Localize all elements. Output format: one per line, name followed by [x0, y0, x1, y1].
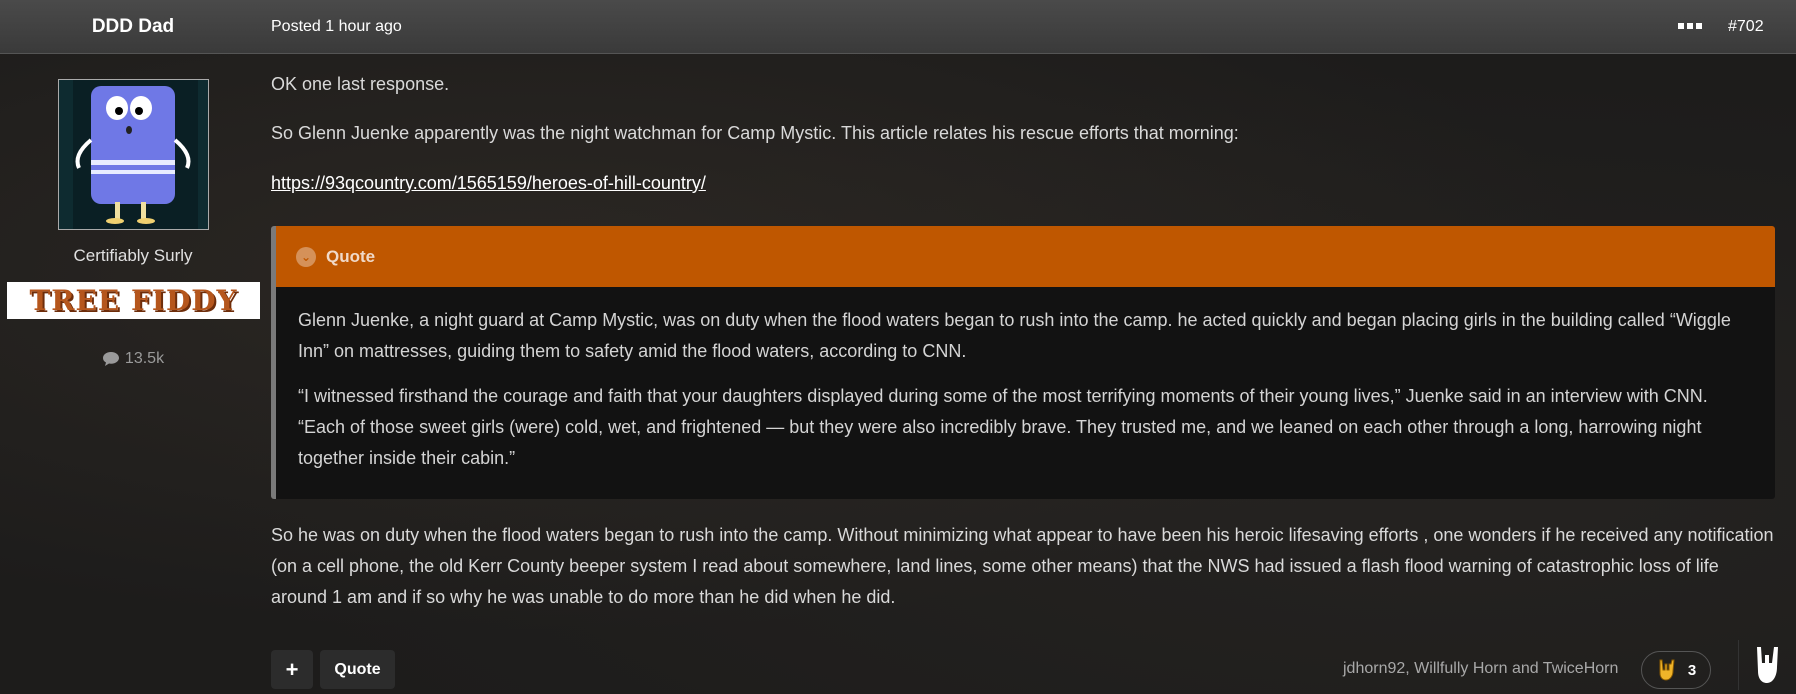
banner-text: TREE FIDDY [29, 284, 238, 317]
comment-icon [102, 352, 119, 366]
reaction-users[interactable]: jdhorn92, Willfully Horn and TwiceHorn [1343, 660, 1618, 678]
quote-paragraph: “I witnessed firsthand the courage and f… [298, 386, 1708, 468]
reaction-count: 3 [1687, 661, 1697, 679]
quote-label: Quote [326, 246, 376, 266]
post-paragraph: OK one last response. [271, 74, 450, 94]
horns-reaction-icon [1659, 659, 1675, 681]
post-number[interactable]: #702 [1728, 0, 1764, 54]
chevron-down-icon[interactable]: ⌄ [296, 246, 316, 267]
post-count[interactable]: 13.5k [0, 350, 266, 368]
post-header: DDD Dad Posted 1 hour ago #702 [0, 0, 1796, 54]
avatar[interactable] [58, 79, 209, 230]
article-link[interactable]: https://93qcountry.com/1565159/heroes-of… [271, 173, 706, 193]
react-button[interactable] [1738, 640, 1796, 690]
more-options-icon[interactable] [1678, 19, 1704, 33]
post-count-value: 13.5k [124, 350, 165, 367]
post-footer: + Quote jdhorn92, Willfully Horn and Twi… [271, 640, 1796, 690]
user-title: Certifiably Surly [73, 246, 193, 265]
user-banner: TREE FIDDY [7, 282, 260, 319]
towelie-avatar-icon [59, 80, 208, 229]
quote-body: Glenn Juenke, a night guard at Camp Myst… [276, 287, 1775, 474]
hook-em-horns-icon [1756, 647, 1778, 683]
quote-block: ⌄ Quote Glenn Juenke, a night guard at C… [271, 226, 1775, 499]
post-paragraph: So he was on duty when the flood waters … [271, 525, 1774, 607]
reaction-summary[interactable]: 3 [1641, 651, 1711, 689]
multi-quote-button[interactable]: + [271, 650, 313, 689]
quote-paragraph: Glenn Juenke, a night guard at Camp Myst… [298, 310, 1731, 361]
article-link-line: https://93qcountry.com/1565159/heroes-of… [271, 168, 1776, 199]
post-paragraph: So Glenn Juenke apparently was the night… [271, 123, 1239, 143]
quote-button[interactable]: Quote [320, 650, 395, 689]
quote-header[interactable]: ⌄ Quote [276, 226, 1775, 287]
posted-time[interactable]: Posted 1 hour ago [271, 0, 402, 54]
author-name[interactable]: DDD Dad [0, 0, 266, 54]
